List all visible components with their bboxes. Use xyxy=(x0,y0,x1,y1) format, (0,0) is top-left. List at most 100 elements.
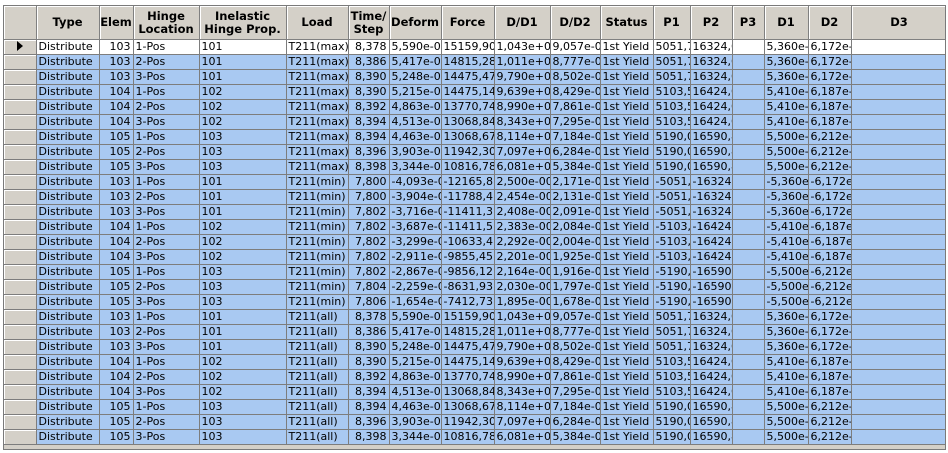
cell-d-d1[interactable]: 2,500e-00 xyxy=(494,174,551,190)
cell-status[interactable]: 1st Yield xyxy=(600,264,654,280)
table-row[interactable]: Distribute 104 3-Pos 102 T211(max) 8,394 4,513… xyxy=(4,114,945,130)
cell-status[interactable]: 1st Yield xyxy=(600,129,654,145)
cell-p3[interactable] xyxy=(732,219,765,235)
cell-d3[interactable] xyxy=(851,294,945,310)
cell-inelastic-hinge-prop[interactable]: 102 xyxy=(199,84,287,100)
cell-status[interactable]: 1st Yield xyxy=(600,39,654,55)
col-header-p1[interactable]: P1 xyxy=(653,6,691,40)
cell-p2[interactable]: 16590,8 xyxy=(690,414,733,430)
cell-type[interactable]: Distribute xyxy=(36,39,100,55)
cell-p3[interactable] xyxy=(732,84,765,100)
col-header-type[interactable]: Type xyxy=(36,6,100,40)
cell-d1[interactable]: 5,500e- xyxy=(764,414,809,430)
cell-deform[interactable]: -3,904e-0 xyxy=(389,189,442,205)
cell-inelastic-hinge-prop[interactable]: 103 xyxy=(199,279,287,295)
cell-d-d2[interactable]: 8,502e-0 xyxy=(550,69,601,85)
col-header-force[interactable]: Force xyxy=(441,6,495,40)
cell-deform[interactable]: 3,344e-0 xyxy=(389,159,442,175)
cell-p2[interactable]: 16424,6 xyxy=(690,384,733,400)
cell-d3[interactable] xyxy=(851,264,945,280)
cell-status[interactable]: 1st Yield xyxy=(600,249,654,265)
cell-p2[interactable]: 16424,6 xyxy=(690,84,733,100)
cell-d-d1[interactable]: 6,081e+00 xyxy=(494,159,551,175)
cell-deform[interactable]: 5,215e-0 xyxy=(389,84,442,100)
cell-d3[interactable] xyxy=(851,219,945,235)
table-row[interactable]: Distribute 103 3-Pos 101 T211(max) 8,390 5,248… xyxy=(4,69,945,85)
cell-time-step[interactable]: 7,800 xyxy=(348,189,390,205)
cell-hinge-location[interactable]: 2-Pos xyxy=(133,54,200,70)
cell-type[interactable]: Distribute xyxy=(36,84,100,100)
table-row[interactable]: Distribute 103 2-Pos 101 T211(all) 8,386 5,417… xyxy=(4,324,945,340)
cell-force[interactable]: -9856,12 xyxy=(441,264,495,280)
cell-elem[interactable]: 105 xyxy=(99,129,134,145)
table-row[interactable]: Distribute 105 2-Pos 103 T211(min) 7,804 -2,25… xyxy=(4,279,945,295)
cell-d1[interactable]: 5,500e- xyxy=(764,144,809,160)
cell-p3[interactable] xyxy=(732,414,765,430)
cell-d1[interactable]: 5,360e- xyxy=(764,324,809,340)
cell-p3[interactable] xyxy=(732,189,765,205)
results-grid[interactable]: Type Elem Hinge Location Inelastic Hinge P… xyxy=(3,5,946,450)
cell-d3[interactable] xyxy=(851,324,945,340)
cell-d-d2[interactable]: 2,091e-0 xyxy=(550,204,601,220)
row-selector[interactable] xyxy=(4,54,37,70)
cell-inelastic-hinge-prop[interactable]: 102 xyxy=(199,369,287,385)
cell-d2[interactable]: 6,212e-0 xyxy=(808,399,852,415)
cell-status[interactable]: 1st Yield xyxy=(600,144,654,160)
cell-force[interactable]: 11942,30 xyxy=(441,144,495,160)
col-header-d-d2[interactable]: D/D2 xyxy=(550,6,601,40)
cell-elem[interactable]: 104 xyxy=(99,234,134,250)
cell-status[interactable]: 1st Yield xyxy=(600,414,654,430)
cell-d1[interactable]: 5,410e- xyxy=(764,114,809,130)
cell-status[interactable]: 1st Yield xyxy=(600,114,654,130)
cell-time-step[interactable]: 8,390 xyxy=(348,84,390,100)
col-header-hinge-location[interactable]: Hinge Location xyxy=(133,6,200,40)
cell-force[interactable]: -10633,4 xyxy=(441,234,495,250)
cell-type[interactable]: Distribute xyxy=(36,69,100,85)
cell-d2[interactable]: 6,172e-0 xyxy=(808,309,852,325)
cell-type[interactable]: Distribute xyxy=(36,144,100,160)
table-row[interactable]: Distribute 105 3-Pos 103 T211(all) 8,398 3,344… xyxy=(4,429,945,445)
cell-hinge-location[interactable]: 1-Pos xyxy=(133,84,200,100)
table-row[interactable]: Distribute 104 2-Pos 102 T211(min) 7,802 -3,29… xyxy=(4,234,945,250)
cell-deform[interactable]: 5,590e-0 xyxy=(389,39,442,55)
cell-p2[interactable]: 16324,6 xyxy=(690,69,733,85)
cell-type[interactable]: Distribute xyxy=(36,384,100,400)
cell-deform[interactable]: 4,863e-0 xyxy=(389,369,442,385)
table-row[interactable]: Distribute 104 1-Pos 102 T211(all) 8,390 5,215… xyxy=(4,354,945,370)
row-selector[interactable] xyxy=(4,84,37,100)
cell-p1[interactable]: 5190,0 xyxy=(653,129,691,145)
cell-time-step[interactable]: 7,800 xyxy=(348,174,390,190)
cell-d-d1[interactable]: 2,383e-00 xyxy=(494,219,551,235)
cell-force[interactable]: -9855,45 xyxy=(441,249,495,265)
cell-p3[interactable] xyxy=(732,99,765,115)
col-header-inelastic-hinge-prop[interactable]: Inelastic Hinge Prop. xyxy=(199,6,287,40)
cell-status[interactable]: 1st Yield xyxy=(600,204,654,220)
cell-elem[interactable]: 105 xyxy=(99,264,134,280)
cell-hinge-location[interactable]: 1-Pos xyxy=(133,309,200,325)
cell-d3[interactable] xyxy=(851,399,945,415)
cell-d-d1[interactable]: 2,164e-00 xyxy=(494,264,551,280)
table-row[interactable]: Distribute 103 1-Pos 101 T211(all) 8,378 5,590… xyxy=(4,309,945,325)
cell-force[interactable]: 14475,47 xyxy=(441,69,495,85)
cell-d2[interactable]: 6,172e-0 xyxy=(808,39,852,55)
cell-time-step[interactable]: 8,386 xyxy=(348,324,390,340)
cell-d-d2[interactable]: 2,084e-0 xyxy=(550,219,601,235)
cell-d2[interactable]: 6,172e-0 xyxy=(808,324,852,340)
cell-type[interactable]: Distribute xyxy=(36,99,100,115)
row-selector[interactable] xyxy=(4,189,37,205)
cell-d-d1[interactable]: 7,097e+00 xyxy=(494,144,551,160)
cell-deform[interactable]: -3,299e-0 xyxy=(389,234,442,250)
cell-p1[interactable]: 5051,7 xyxy=(653,339,691,355)
cell-deform[interactable]: -4,093e-0 xyxy=(389,174,442,190)
cell-inelastic-hinge-prop[interactable]: 102 xyxy=(199,384,287,400)
cell-d2[interactable]: -6,212e- xyxy=(808,279,852,295)
cell-p2[interactable]: -16424, xyxy=(690,234,733,250)
cell-p1[interactable]: 5190,0 xyxy=(653,159,691,175)
cell-d2[interactable]: 6,187e-0 xyxy=(808,99,852,115)
cell-p1[interactable]: -5190, xyxy=(653,264,691,280)
cell-d3[interactable] xyxy=(851,339,945,355)
table-row[interactable]: Distribute 103 3-Pos 101 T211(min) 7,802 -3,71… xyxy=(4,204,945,220)
cell-deform[interactable]: 4,463e-0 xyxy=(389,399,442,415)
cell-p2[interactable]: -16324, xyxy=(690,204,733,220)
cell-force[interactable]: -7412,73 xyxy=(441,294,495,310)
